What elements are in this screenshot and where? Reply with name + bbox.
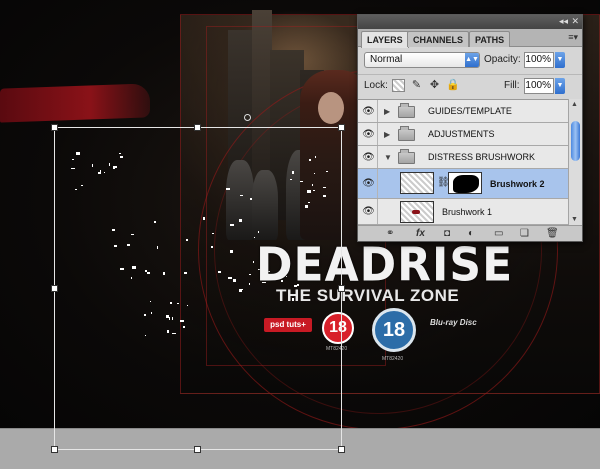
red-brush-stroke xyxy=(0,83,150,123)
lock-transparency-icon[interactable] xyxy=(392,79,405,92)
fill-slider-toggle[interactable]: ▼ xyxy=(555,78,565,94)
eye-icon[interactable]: 👁 xyxy=(360,199,378,224)
opacity-label: Opacity: xyxy=(484,54,521,65)
chevron-updown-icon: ▲▼ xyxy=(465,53,479,67)
triangle-down-icon[interactable]: ▼ xyxy=(384,153,392,162)
fx-icon[interactable]: fx xyxy=(416,227,425,241)
transform-handle-top-right[interactable] xyxy=(338,124,345,131)
transform-reference-point[interactable] xyxy=(244,114,251,121)
transform-handle-bottom-left[interactable] xyxy=(51,446,58,453)
blend-mode-select[interactable]: Normal ▲▼ xyxy=(364,52,480,68)
transform-handle-bottom[interactable] xyxy=(194,446,201,453)
triangle-right-icon[interactable]: ▶ xyxy=(384,130,390,139)
blend-row: Normal ▲▼ Opacity: 100% ▼ xyxy=(358,48,582,72)
rating-code: MT82420 xyxy=(382,356,404,362)
layer-name: Brushwork 1 xyxy=(442,207,493,217)
layer-list: 👁 ▶ GUIDES/TEMPLATE 👁 ▶ ADJUSTMENTS 👁 ▼ … xyxy=(358,99,568,225)
transform-handle-top[interactable] xyxy=(194,124,201,131)
thumbnail-brush-mark xyxy=(412,210,420,214)
transform-handle-left[interactable] xyxy=(51,285,58,292)
opacity-slider-toggle[interactable]: ▼ xyxy=(555,52,565,68)
layers-panel: ◂◂ ✕ LAYERS CHANNELS PATHS ≡▾ Normal ▲▼ … xyxy=(357,14,583,242)
mask-icon[interactable]: ◘ xyxy=(444,227,450,241)
eye-icon[interactable]: 👁 xyxy=(360,146,378,168)
age-rating-blue: 18 xyxy=(372,308,416,352)
transform-handle-right[interactable] xyxy=(338,285,345,292)
layer-name: DISTRESS BRUSHWORK xyxy=(428,152,536,162)
folder-icon xyxy=(398,126,415,141)
triangle-right-icon[interactable]: ▶ xyxy=(384,107,390,116)
layer-mask-thumbnail[interactable] xyxy=(448,172,482,194)
scroll-thumb[interactable] xyxy=(571,121,580,161)
tab-layers[interactable]: LAYERS xyxy=(361,31,409,48)
new-layer-icon[interactable]: ❏ xyxy=(520,227,529,241)
fill-label: Fill: xyxy=(504,80,520,91)
scroll-up-icon[interactable]: ▲ xyxy=(571,101,578,108)
layer-row-brushwork-2[interactable]: 👁 ⛓ Brushwork 2 xyxy=(358,169,568,199)
blend-mode-value: Normal xyxy=(370,54,403,65)
mask-blot xyxy=(453,175,479,193)
adjustment-icon[interactable]: ◐ xyxy=(468,227,474,241)
lock-pixels-icon[interactable]: ✎ xyxy=(410,79,423,92)
eye-icon[interactable]: 👁 xyxy=(360,169,378,198)
panel-titlebar[interactable]: ◂◂ ✕ xyxy=(358,15,582,29)
folder-icon[interactable]: ▭ xyxy=(494,227,503,241)
layer-list-scrollbar[interactable]: ▲ ▼ xyxy=(568,99,582,225)
close-panel-icon[interactable]: ✕ xyxy=(571,16,579,27)
transform-bounding-box[interactable] xyxy=(54,127,342,450)
layer-thumbnail xyxy=(400,172,434,194)
panel-footer: ⚭ fx ◘ ◐ ▭ ❏ 🗑 xyxy=(358,225,582,241)
folder-icon xyxy=(398,103,415,118)
layer-row-brushwork-1[interactable]: 👁 Brushwork 1 xyxy=(358,199,568,225)
folder-icon xyxy=(398,149,415,164)
panel-tabs: LAYERS CHANNELS PATHS ≡▾ xyxy=(358,29,582,48)
scroll-down-icon[interactable]: ▼ xyxy=(571,216,578,223)
transform-handle-bottom-right[interactable] xyxy=(338,446,345,453)
link-icon[interactable]: ⚭ xyxy=(386,227,394,241)
tab-paths[interactable]: PATHS xyxy=(469,31,511,47)
bluray-logo: Blu-ray Disc xyxy=(430,318,477,327)
collapse-panel-icon[interactable]: ◂◂ xyxy=(559,16,568,27)
panel-menu-icon[interactable]: ≡▾ xyxy=(568,32,578,43)
layer-name: ADJUSTMENTS xyxy=(428,129,495,139)
lock-label: Lock: xyxy=(364,80,388,91)
transform-handle-top-left[interactable] xyxy=(51,124,58,131)
eye-icon[interactable]: 👁 xyxy=(360,100,378,122)
heroine-face xyxy=(318,92,344,124)
lock-row: Lock: ✎ ✥ 🔒 Fill: 100% ▼ xyxy=(358,74,582,96)
layer-name: Brushwork 2 xyxy=(490,179,545,189)
layer-row-distress-brushwork[interactable]: 👁 ▼ DISTRESS BRUSHWORK xyxy=(358,146,568,169)
lock-position-icon[interactable]: ✥ xyxy=(428,79,441,92)
tab-channels[interactable]: CHANNELS xyxy=(407,31,470,47)
opacity-field[interactable]: 100% xyxy=(524,52,554,68)
lock-all-icon[interactable]: 🔒 xyxy=(446,79,460,92)
trash-icon[interactable]: 🗑 xyxy=(546,227,559,241)
layer-name: GUIDES/TEMPLATE xyxy=(428,106,512,116)
layer-row-adjustments[interactable]: 👁 ▶ ADJUSTMENTS xyxy=(358,123,568,146)
eye-icon[interactable]: 👁 xyxy=(360,123,378,145)
layer-row-guides-template[interactable]: 👁 ▶ GUIDES/TEMPLATE xyxy=(358,100,568,123)
fill-field[interactable]: 100% xyxy=(524,78,554,94)
